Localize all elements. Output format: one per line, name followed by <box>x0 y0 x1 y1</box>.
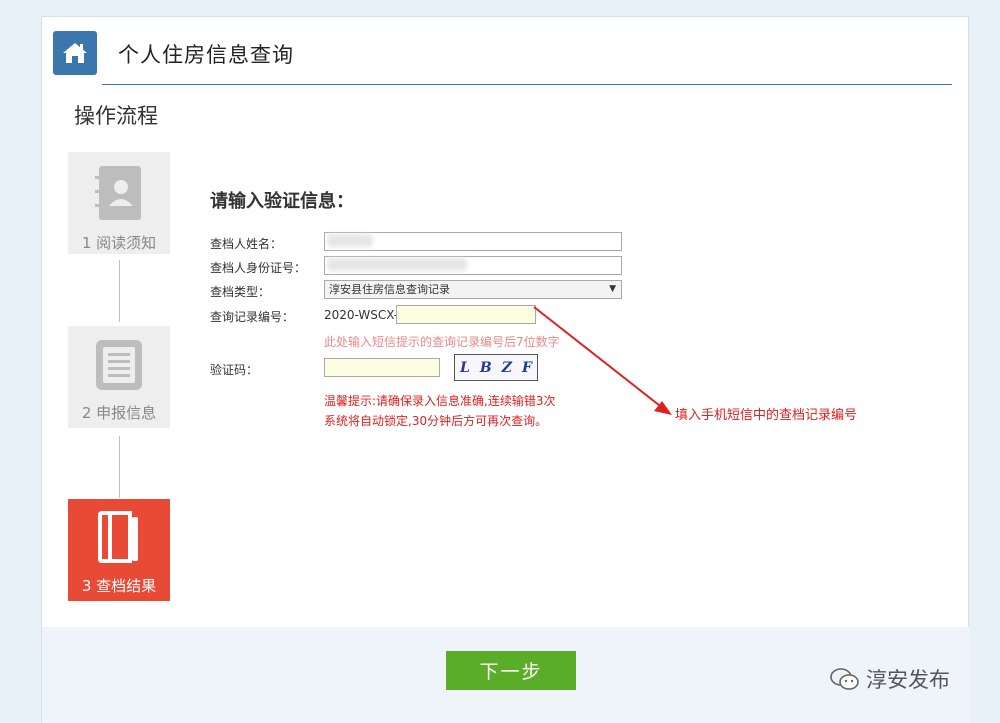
watermark-text: 淳安发布 <box>866 668 950 692</box>
annotation-arrow-icon <box>533 306 672 415</box>
watermark: 淳安发布 <box>830 664 950 694</box>
annotation-text: 填入手机短信中的查档记录编号 <box>675 408 858 423</box>
next-step-button[interactable]: 下一步 <box>446 651 576 690</box>
wechat-icon <box>830 668 859 690</box>
main-panel: 个人住房信息查询 操作流程 1 阅读须知 2 申报信息 3 查档结果 请输入验证… <box>41 16 970 723</box>
